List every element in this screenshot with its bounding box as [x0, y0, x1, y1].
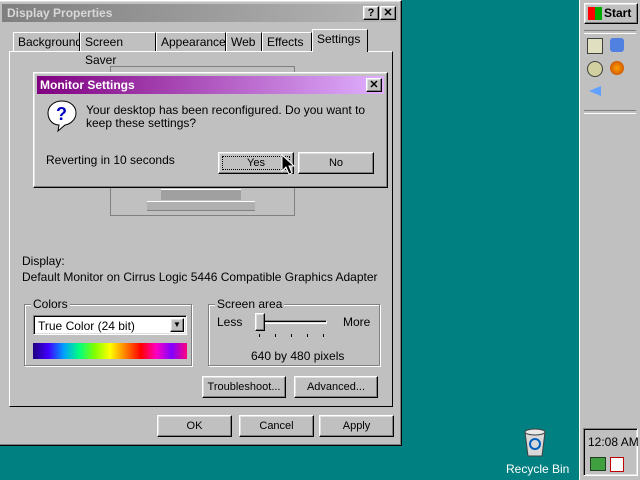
show-desktop-icon[interactable] — [587, 38, 603, 54]
mouse-cursor-icon — [281, 154, 295, 175]
monitor-settings-titlebar[interactable]: Monitor Settings ✕ — [37, 76, 384, 94]
screen-area-value: 640 by 480 pixels — [251, 349, 345, 363]
apply-button[interactable]: Apply — [319, 415, 394, 437]
close-button[interactable]: ✕ — [380, 6, 396, 20]
colors-select-value: True Color (24 bit) — [38, 319, 135, 333]
tab-settings[interactable]: Settings — [312, 29, 368, 52]
internet-explorer-icon[interactable] — [610, 38, 624, 52]
system-tray: 12:08 AM — [583, 428, 639, 476]
screen-area-slider-thumb[interactable] — [255, 313, 265, 331]
colors-group: Colors True Color (24 bit) ▼ — [24, 297, 192, 366]
start-label: Start — [604, 6, 632, 20]
tab-effects[interactable]: Effects — [262, 32, 312, 51]
display-adapter-text: Default Monitor on Cirrus Logic 5446 Com… — [22, 270, 378, 284]
tab-appearance[interactable]: Appearance — [156, 32, 226, 51]
acrobat-icon[interactable] — [610, 457, 624, 472]
monitor-settings-dialog: Monitor Settings ✕ ? Your desktop has be… — [33, 72, 388, 188]
dropdown-arrow-icon[interactable]: ▼ — [170, 318, 184, 332]
clock[interactable]: 12:08 AM — [588, 435, 639, 449]
window-title: Display Properties — [7, 6, 113, 20]
color-spectrum-bar — [33, 343, 187, 359]
start-button[interactable]: Start — [584, 3, 638, 24]
screen-area-group-label: Screen area — [215, 297, 285, 311]
monitor-base — [147, 201, 255, 211]
display-properties-titlebar[interactable]: Display Properties ? ✕ — [2, 4, 398, 22]
display-label: Display: — [22, 254, 65, 268]
more-label: More — [343, 315, 371, 329]
windows-logo-icon — [588, 7, 602, 20]
network-icon[interactable] — [590, 457, 606, 471]
firefox-icon[interactable] — [610, 61, 624, 75]
advanced-button[interactable]: Advanced... — [294, 376, 378, 398]
less-label: Less — [217, 315, 243, 329]
search-icon[interactable] — [587, 61, 603, 77]
recycle-bin-label: Recycle Bin — [506, 462, 570, 476]
question-icon: ? — [47, 100, 77, 133]
colors-group-label: Colors — [31, 297, 70, 311]
slider-ticks — [259, 334, 329, 337]
monitor-stand — [161, 189, 241, 200]
no-button[interactable]: No — [298, 152, 374, 174]
dialog-message: Your desktop has been reconfigured. Do y… — [86, 103, 366, 130]
screen-area-slider-track[interactable] — [257, 320, 327, 324]
ok-button[interactable]: OK — [157, 415, 232, 437]
close-icon[interactable]: ✕ — [366, 78, 382, 92]
recycle-bin-icon — [524, 428, 546, 457]
dialog-title: Monitor Settings — [40, 78, 135, 92]
help-button[interactable]: ? — [363, 6, 379, 20]
tab-screen-saver[interactable]: Screen Saver — [80, 32, 156, 67]
countdown-text: Reverting in 10 seconds — [46, 153, 175, 167]
screen-area-group: Screen area Less More 640 by 480 pixels — [208, 297, 380, 366]
recycle-bin[interactable]: Recycle Bin — [505, 426, 570, 478]
cancel-button[interactable]: Cancel — [239, 415, 314, 437]
troubleshoot-button[interactable]: Troubleshoot... — [202, 376, 286, 398]
taskbar: Start 12:08 AM — [579, 0, 640, 480]
taskbar-divider — [584, 30, 636, 34]
outlook-express-icon[interactable] — [589, 86, 601, 96]
svg-text:?: ? — [56, 104, 67, 124]
taskbar-divider — [584, 110, 636, 114]
colors-select[interactable]: True Color (24 bit) ▼ — [33, 315, 187, 335]
tab-web[interactable]: Web — [226, 32, 262, 51]
display-properties-window: Display Properties ? ✕ Background Screen… — [0, 0, 402, 446]
tab-background[interactable]: Background — [13, 32, 82, 51]
